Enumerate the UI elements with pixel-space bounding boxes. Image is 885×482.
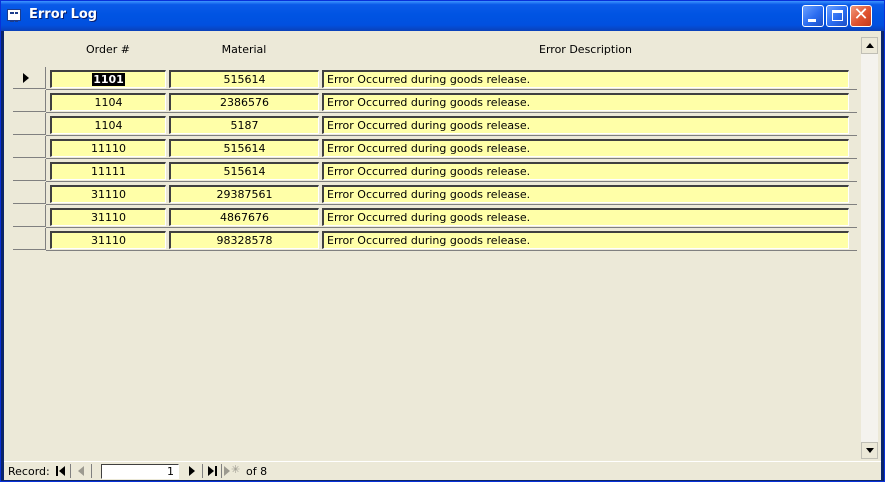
error-description-field[interactable]: Error Occurred during goods release.: [322, 208, 849, 226]
material-field-value: 515614: [223, 142, 266, 155]
previous-record-button[interactable]: [73, 464, 89, 478]
record-selector[interactable]: [13, 136, 46, 158]
record-row: 1104 2386576 Error Occurred during goods r…: [4, 90, 859, 114]
window-title: Error Log: [29, 7, 98, 22]
order-number-field[interactable]: 11111: [50, 162, 166, 180]
record-count: of 8: [246, 465, 268, 478]
material-field[interactable]: 29387561: [169, 185, 319, 203]
error-description-field-value: Error Occurred during goods release.: [327, 211, 531, 224]
material-field[interactable]: 98328578: [169, 231, 319, 249]
scroll-up-icon: [866, 43, 874, 48]
material-field-value: 5187: [230, 119, 259, 132]
error-description-field-value: Error Occurred during goods release.: [327, 96, 531, 109]
error-description-field[interactable]: Error Occurred during goods release.: [322, 70, 849, 88]
material-field[interactable]: 515614: [169, 139, 319, 157]
vertical-scrollbar[interactable]: [861, 37, 878, 459]
error-description-field[interactable]: Error Occurred during goods release.: [322, 185, 849, 203]
last-record-button[interactable]: [205, 464, 221, 478]
record-row: 1101 515614 Error Occurred during goods re…: [4, 67, 859, 91]
order-number-field-value: 1101: [92, 73, 125, 86]
error-description-field-value: Error Occurred during goods release.: [327, 165, 531, 178]
minimize-icon: [808, 19, 816, 22]
error-description-field-value: Error Occurred during goods release.: [327, 119, 531, 132]
error-description-field[interactable]: Error Occurred during goods release.: [322, 231, 849, 249]
record-number-input[interactable]: 1: [101, 464, 179, 479]
previous-record-icon: [78, 466, 84, 476]
record-row: 31110 98328578 Error Occurred during goods…: [4, 228, 859, 252]
record-selector[interactable]: [13, 182, 46, 204]
order-number-field[interactable]: 31110: [50, 208, 166, 226]
scroll-down-icon: [866, 448, 874, 453]
order-number-field-value: 31110: [91, 188, 126, 201]
record-selector[interactable]: [13, 67, 46, 89]
order-number-field[interactable]: 1104: [50, 93, 166, 111]
material-field[interactable]: 515614: [169, 70, 319, 88]
error-description-field[interactable]: Error Occurred during goods release.: [322, 93, 849, 111]
minimize-button[interactable]: [802, 5, 824, 27]
record-selector-arrow-icon: [23, 73, 29, 83]
next-record-button[interactable]: [184, 464, 200, 478]
order-number-field-value: 31110: [91, 234, 126, 247]
error-description-field-value: Error Occurred during goods release.: [327, 188, 531, 201]
error-description-field[interactable]: Error Occurred during goods release.: [322, 116, 849, 134]
material-field[interactable]: 515614: [169, 162, 319, 180]
order-number-field[interactable]: 31110: [50, 185, 166, 203]
order-number-field-value: 11110: [91, 142, 126, 155]
record-navigation-bar: Record: 1 ✳ of 8: [4, 461, 881, 480]
material-field[interactable]: 2386576: [169, 93, 319, 111]
column-header-order: Order #: [86, 43, 130, 56]
record-label: Record:: [8, 465, 50, 478]
error-log-window: Error Log ✕ Order # Material Error Descr…: [0, 0, 885, 482]
first-record-button[interactable]: [53, 464, 69, 478]
form-client-area: Order # Material Error Description 1101 5…: [4, 31, 881, 480]
record-row: 11110 515614 Error Occurred during goods r…: [4, 136, 859, 160]
form-view-icon[interactable]: [7, 9, 21, 22]
order-number-field-value: 11111: [91, 165, 126, 178]
record-selector[interactable]: [13, 113, 46, 135]
close-button[interactable]: ✕: [850, 4, 872, 27]
order-number-field[interactable]: 1101: [50, 70, 166, 88]
column-header-material: Material: [221, 43, 267, 56]
material-field-value: 515614: [223, 73, 266, 86]
order-number-field[interactable]: 31110: [50, 231, 166, 249]
material-field-value: 98328578: [216, 234, 273, 247]
column-header-description: Error Description: [539, 43, 632, 56]
order-number-field[interactable]: 11110: [50, 139, 166, 157]
error-description-field-value: Error Occurred during goods release.: [327, 142, 531, 155]
error-description-field[interactable]: Error Occurred during goods release.: [322, 139, 849, 157]
order-number-field-value: 31110: [91, 211, 126, 224]
order-number-field-value: 1104: [94, 119, 123, 132]
material-field-value: 515614: [223, 165, 266, 178]
record-row: 1104 5187 Error Occurred during goods rele…: [4, 113, 859, 137]
maximize-button[interactable]: [826, 5, 848, 27]
material-field-value: 29387561: [216, 188, 273, 201]
record-row: 31110 4867676 Error Occurred during goods …: [4, 205, 859, 229]
continuous-form: Order # Material Error Description 1101 5…: [4, 31, 859, 459]
record-row: 11111 515614 Error Occurred during goods r…: [4, 159, 859, 183]
record-selector[interactable]: [13, 205, 46, 227]
error-description-field[interactable]: Error Occurred during goods release.: [322, 162, 849, 180]
error-description-field-value: Error Occurred during goods release.: [327, 73, 531, 86]
title-bar[interactable]: Error Log ✕: [1, 1, 884, 31]
maximize-icon: [832, 10, 843, 21]
record-selector[interactable]: [13, 159, 46, 181]
material-field[interactable]: 4867676: [169, 208, 319, 226]
new-record-icon: [224, 466, 230, 476]
error-description-field-value: Error Occurred during goods release.: [327, 234, 531, 247]
new-record-button[interactable]: ✳: [223, 463, 240, 478]
order-number-field[interactable]: 1104: [50, 116, 166, 134]
scroll-down-button[interactable]: [861, 442, 878, 459]
material-field-value: 4867676: [220, 211, 269, 224]
scroll-up-button[interactable]: [861, 37, 878, 54]
material-field[interactable]: 5187: [169, 116, 319, 134]
order-number-field-value: 1104: [94, 96, 123, 109]
material-field-value: 2386576: [220, 96, 269, 109]
last-record-icon: [208, 466, 214, 476]
close-icon: ✕: [853, 4, 869, 25]
record-selector[interactable]: [13, 228, 46, 250]
record-selector[interactable]: [13, 90, 46, 112]
next-record-icon: [189, 466, 195, 476]
record-row: 31110 29387561 Error Occurred during goods…: [4, 182, 859, 206]
first-record-icon: [56, 466, 58, 476]
